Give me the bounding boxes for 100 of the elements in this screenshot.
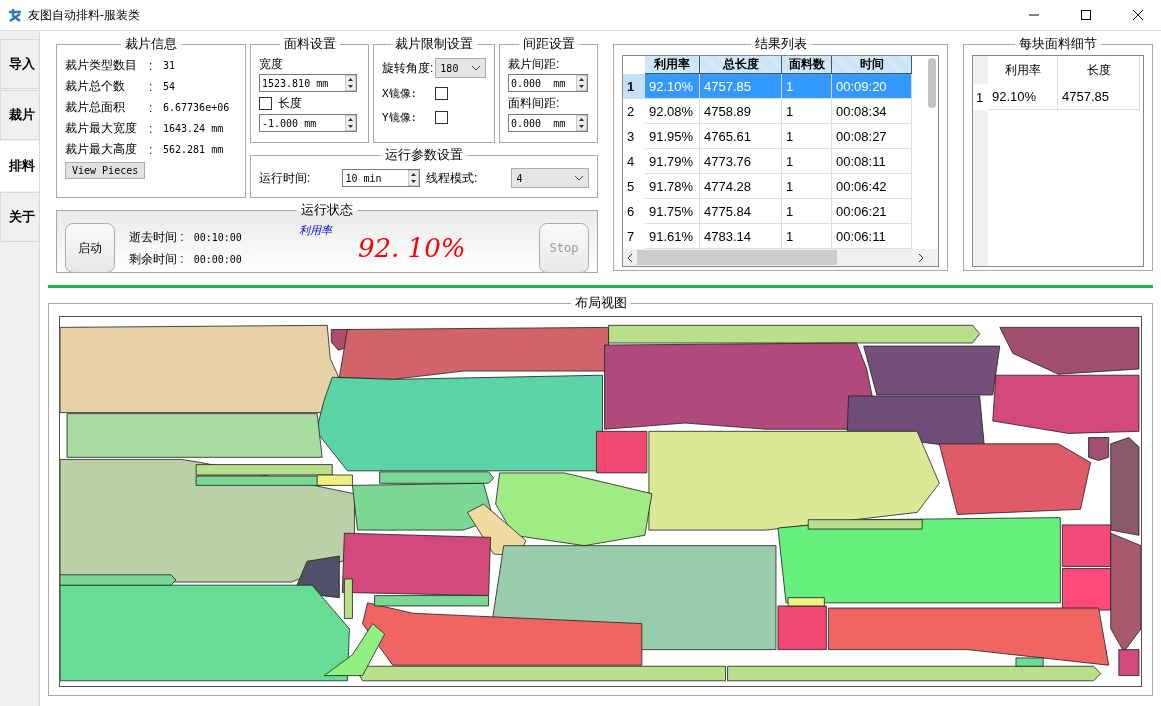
group-title: 裁片信息	[124, 35, 178, 53]
mirror-checkbox[interactable]	[435, 86, 449, 100]
table-cell: 92.10%	[988, 84, 1058, 110]
row-number: 1	[623, 74, 645, 99]
table-cell: 91.75%	[645, 199, 700, 224]
info-label: 裁片最大宽度	[65, 120, 138, 137]
table-cell: 00:06:11	[832, 224, 912, 249]
rate-value: 92. 10%	[358, 233, 466, 263]
column-header[interactable]: 利用率	[645, 56, 700, 74]
rate-label: 利用率	[299, 224, 332, 236]
group-title: 运行状态	[300, 201, 354, 219]
info-value: 6.67736e+06	[163, 102, 231, 113]
field-label: X镜像:	[382, 85, 418, 101]
info-label: 裁片类型数目	[65, 57, 138, 74]
status-label: 剩余时间 :	[129, 250, 184, 268]
view-pieces-button[interactable]: View Pieces	[65, 162, 146, 179]
group-title: 结果列表	[753, 35, 808, 53]
info-value: 1643.24 mm	[163, 123, 225, 134]
table-cell: 91.79%	[645, 149, 700, 174]
group-title: 间距设置	[521, 35, 576, 53]
info-label: 裁片总面积	[65, 99, 126, 116]
table-cell: 92.10%	[645, 74, 700, 99]
table-cell: 1	[782, 174, 832, 199]
table-cell: 1	[782, 124, 832, 149]
table-cell: 1	[782, 74, 832, 99]
field-label: 长度	[278, 94, 302, 112]
scrollbar-thumb[interactable]	[928, 58, 936, 108]
info-separator: :	[149, 121, 154, 136]
caret-icon	[574, 175, 584, 181]
table-cell: 00:08:11	[832, 149, 912, 174]
table-cell: 4775.84	[700, 199, 782, 224]
column-header[interactable]: 总长度	[700, 56, 782, 74]
piece-spacing-field[interactable]: 0.000 mm	[508, 74, 588, 92]
table-cell: 92.08%	[645, 99, 700, 124]
mirror-checkbox[interactable]	[435, 110, 449, 124]
scrollbar-thumb[interactable]	[637, 250, 837, 265]
side-tab[interactable]: 关于	[0, 192, 39, 242]
table-cell: 4765.61	[700, 124, 782, 149]
info-separator: :	[149, 142, 154, 157]
table-cell: 00:06:42	[832, 174, 912, 199]
length-field[interactable]: -1.000 mm	[259, 114, 357, 132]
spin-arrows-icon[interactable]	[345, 115, 356, 131]
field-label: 宽度	[259, 56, 283, 73]
side-tab[interactable]: 裁片	[0, 90, 39, 140]
info-separator: :	[149, 100, 154, 115]
info-label: 裁片总个数	[65, 78, 126, 95]
thread-mode-dropdown[interactable]: 4	[511, 168, 589, 188]
info-label: 裁片最大高度	[65, 141, 138, 158]
start-button[interactable]: 启动	[65, 223, 115, 273]
status-value: 00:00:00	[193, 253, 242, 265]
side-tab[interactable]: 排料	[0, 141, 39, 191]
fabric-spacing-field[interactable]: 0.000 mm	[508, 114, 588, 132]
table-cell: 91.78%	[645, 174, 700, 199]
table-cell: 4773.76	[700, 149, 782, 174]
field-label: Y镜像:	[382, 109, 418, 125]
info-value: 31	[163, 60, 177, 71]
spin-arrows-icon[interactable]	[408, 170, 419, 186]
spin-arrows-icon[interactable]	[576, 115, 587, 131]
column-header[interactable]: 时间	[832, 56, 912, 74]
field-label: 裁片间距:	[508, 56, 560, 73]
side-tab[interactable]: 导入	[0, 39, 39, 89]
table-cell: 91.95%	[645, 124, 700, 149]
run-time-field[interactable]: 10 min	[342, 169, 420, 187]
status-label: 逝去时间 :	[129, 228, 184, 246]
table-cell: 00:08:27	[832, 124, 912, 149]
window-title: 友图自动排料-服装类	[28, 6, 141, 24]
info-value: 562.281 mm	[163, 144, 225, 155]
table-cell: 91.61%	[645, 224, 700, 249]
group-title: 运行参数设置	[384, 146, 464, 164]
table-cell: 4757.85	[1058, 84, 1140, 110]
width-field[interactable]: 1523.810 mm	[259, 74, 357, 92]
group-title: 每块面料细节	[1018, 35, 1098, 53]
field-label: 线程模式:	[426, 169, 479, 187]
field-label: 面料间距:	[508, 94, 560, 112]
group-title: 布局视图	[573, 294, 628, 312]
spin-arrows-icon[interactable]	[345, 75, 356, 91]
info-separator: :	[149, 58, 154, 73]
caret-icon	[471, 65, 481, 71]
field-label: 旋转角度:	[382, 59, 434, 77]
field-label: 运行时间:	[259, 169, 312, 187]
table-cell: 4783.14	[700, 224, 782, 249]
info-value: 54	[163, 81, 177, 92]
column-header[interactable]: 面料数	[782, 56, 832, 74]
table-cell: 1	[782, 224, 832, 249]
table-cell: 1	[782, 199, 832, 224]
table-cell: 00:09:20	[832, 74, 912, 99]
table-cell: 1	[782, 99, 832, 124]
table-cell: 4774.28	[700, 174, 782, 199]
table-cell: 00:08:34	[832, 99, 912, 124]
rotation-dropdown[interactable]: 180	[435, 58, 486, 78]
table-cell: 00:06:21	[832, 199, 912, 224]
group-title: 面料设置	[282, 35, 337, 53]
table-cell: 1	[782, 149, 832, 174]
length-checkbox[interactable]	[259, 96, 272, 110]
app-logo-icon	[8, 8, 22, 22]
info-separator: :	[149, 79, 154, 94]
table-cell: 4758.89	[700, 99, 782, 124]
spin-arrows-icon[interactable]	[576, 75, 587, 91]
row-number: 1	[973, 84, 988, 110]
group-title: 裁片限制设置	[394, 35, 474, 53]
